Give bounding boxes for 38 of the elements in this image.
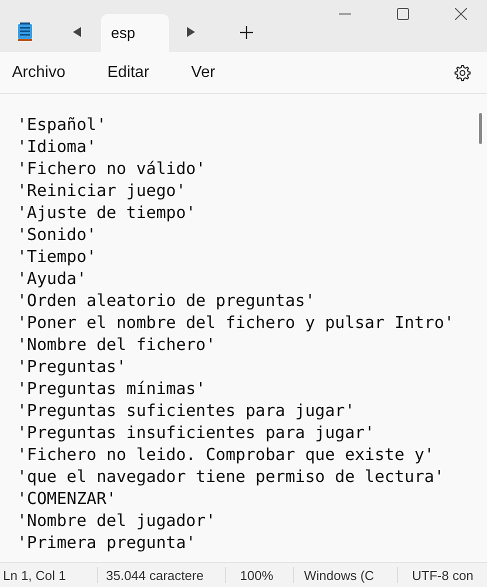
scroll-left-icon[interactable] bbox=[73, 27, 81, 37]
text-line: 'Reiniciar juego' bbox=[17, 180, 186, 202]
menu-item[interactable]: Archivo bbox=[4, 58, 74, 88]
text-line: 'COMENZAR' bbox=[17, 488, 116, 510]
minimize-icon[interactable] bbox=[339, 13, 351, 15]
text-line: 'Preguntas suficientes para jugar' bbox=[17, 400, 355, 422]
text-line: 'Ajuste de tiempo' bbox=[17, 202, 196, 224]
scrollbar-thumb[interactable] bbox=[479, 113, 482, 144]
text-line: 'Tiempo' bbox=[17, 246, 96, 268]
text-line: 'Nombre del fichero' bbox=[17, 334, 216, 356]
text-line: 'Preguntas insuficientes para jugar' bbox=[17, 422, 375, 444]
scroll-right-icon[interactable] bbox=[187, 27, 195, 37]
text-line: 'Nombre del jugador' bbox=[17, 510, 216, 532]
close-icon[interactable] bbox=[455, 8, 467, 20]
text-line: 'Sonido' bbox=[17, 224, 96, 246]
text-line: 'Fichero no leido. Comprobar que existe y' bbox=[17, 444, 434, 466]
text-line: 'Idioma' bbox=[17, 136, 96, 158]
status-text[interactable]: UTF-8 con bbox=[412, 568, 474, 582]
text-line: 'Preguntas mínimas' bbox=[17, 378, 206, 400]
text-line: 'Orden aleatorio de preguntas' bbox=[17, 290, 316, 312]
text-line: 'Español' bbox=[17, 114, 106, 136]
new-tab-icon[interactable] bbox=[240, 26, 253, 38]
text-line: 'Preguntas' bbox=[17, 356, 126, 378]
settings-icon[interactable] bbox=[453, 64, 471, 82]
status-text: 35.044 caractere bbox=[106, 568, 204, 582]
text-line: 'Fichero no válido' bbox=[17, 158, 206, 180]
text-line: 'Poner el nombre del fichero y pulsar Intro' bbox=[17, 312, 454, 334]
status-text: Ln 1, Col 1 bbox=[3, 568, 66, 582]
menu-item[interactable]: Ver bbox=[183, 58, 224, 88]
text-line: 'Ayuda' bbox=[17, 268, 87, 290]
menu-item[interactable]: Editar bbox=[99, 58, 158, 88]
document-tab[interactable]: esp bbox=[101, 14, 169, 52]
text-line: 'que el navegador tiene permiso de lectura' bbox=[17, 466, 444, 488]
text-line: 'Primera pregunta' bbox=[17, 532, 196, 554]
notepad-icon bbox=[17, 22, 33, 42]
maximize-icon[interactable] bbox=[397, 8, 409, 20]
status-text[interactable]: Windows (C bbox=[304, 568, 374, 582]
status-text[interactable]: 100% bbox=[240, 568, 274, 582]
